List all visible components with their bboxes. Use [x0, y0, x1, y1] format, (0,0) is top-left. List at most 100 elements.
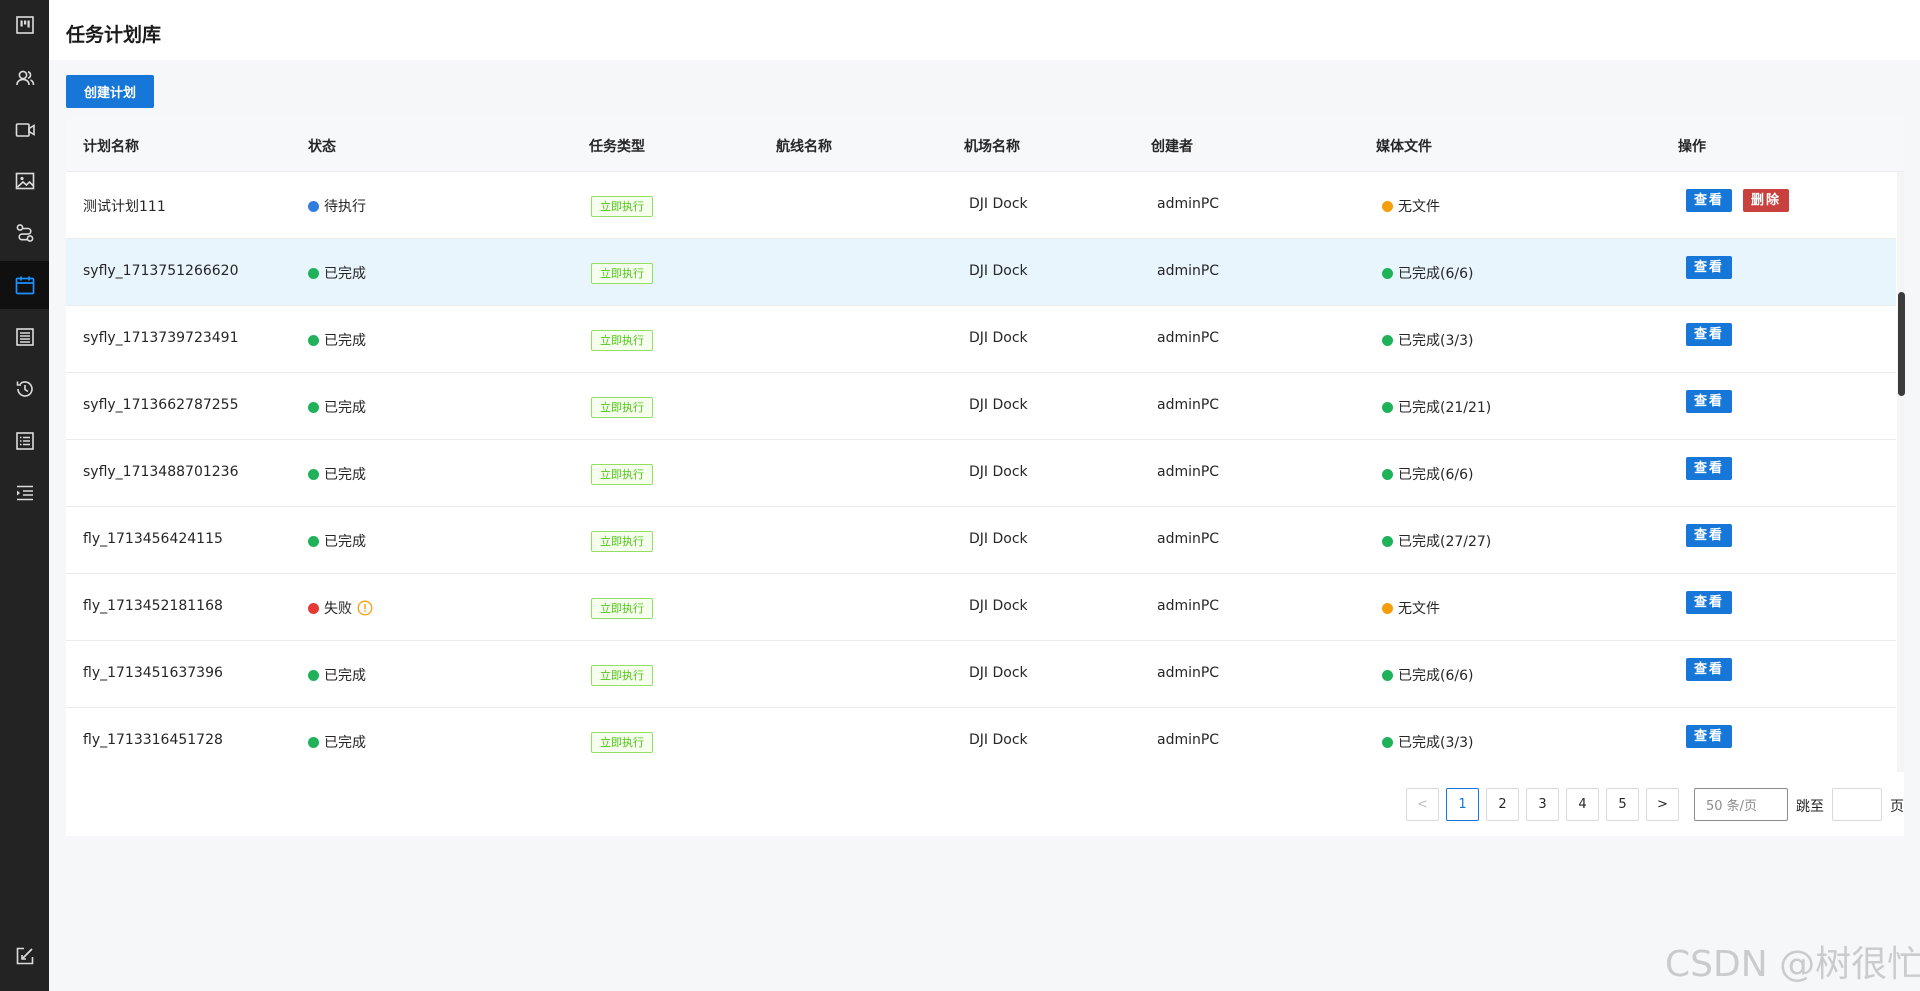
column-header-status: 状态: [308, 139, 336, 155]
table-row[interactable]: fly_1713316451728 已完成 立即执行 DJI Dock admi…: [66, 708, 1896, 772]
view-button[interactable]: 查看: [1686, 524, 1733, 547]
creator-name: adminPC: [1157, 598, 1220, 614]
nav-images[interactable]: [0, 157, 49, 205]
status-cell: 已完成: [308, 263, 366, 283]
plan-table: 计划名称 状态 任务类型 航线名称 机场名称 创建者 媒体文件 操作 测试计划1…: [66, 118, 1905, 836]
calendar-icon: [15, 276, 34, 295]
page-header: 任务计划库: [49, 0, 1920, 60]
dock-name: DJI Dock: [969, 196, 1028, 212]
status-dot: [308, 736, 319, 748]
nav-edit[interactable]: [0, 932, 49, 980]
creator-name: adminPC: [1157, 531, 1220, 547]
nav-users[interactable]: [0, 54, 49, 102]
column-header-route: 航线名称: [776, 139, 832, 155]
table-row[interactable]: syfly_1713739723491 已完成 立即执行 DJI Dock ad…: [66, 306, 1896, 373]
page-button-1[interactable]: 1: [1446, 788, 1479, 821]
nav-task-plans[interactable]: [0, 261, 49, 309]
page-button-5[interactable]: 5: [1606, 788, 1639, 821]
view-button[interactable]: 查看: [1686, 591, 1733, 614]
dock-name: DJI Dock: [969, 531, 1028, 547]
media-cell: 已完成(3/3): [1382, 330, 1473, 350]
list-icon: [15, 432, 34, 450]
plan-name: syfly_1713739723491: [83, 330, 239, 346]
status-text: 已完成: [324, 735, 366, 751]
view-button[interactable]: 查看: [1686, 256, 1733, 279]
nav-menu[interactable]: [0, 469, 49, 517]
prev-page-button[interactable]: <: [1406, 788, 1439, 821]
scrollbar-thumb[interactable]: [1898, 292, 1905, 396]
create-plan-button[interactable]: 创建计划: [66, 75, 154, 108]
page-suffix: 页: [1890, 799, 1904, 815]
building-icon: [15, 328, 34, 346]
view-button[interactable]: 查看: [1686, 189, 1733, 212]
media-cell: 无文件: [1382, 598, 1440, 618]
media-dot: [1382, 401, 1393, 413]
info-circle-icon[interactable]: [357, 600, 373, 616]
view-button[interactable]: 查看: [1686, 390, 1733, 413]
image-icon: [15, 172, 34, 190]
creator-name: adminPC: [1157, 196, 1220, 212]
table-row[interactable]: fly_1713452181168 失败 立即执行 DJI Dock admin…: [66, 574, 1896, 641]
status-cell: 已完成: [308, 665, 366, 685]
table-row[interactable]: syfly_1713662787255 已完成 立即执行 DJI Dock ad…: [66, 373, 1896, 440]
page-button-3[interactable]: 3: [1526, 788, 1559, 821]
column-header-media: 媒体文件: [1376, 139, 1432, 155]
status-text: 失败: [324, 601, 352, 617]
table-row[interactable]: fly_1713456424115 已完成 立即执行 DJI Dock admi…: [66, 507, 1896, 574]
page-button-4[interactable]: 4: [1566, 788, 1599, 821]
delete-button[interactable]: 删除: [1743, 189, 1790, 212]
view-button[interactable]: 查看: [1686, 457, 1733, 480]
users-icon: [15, 70, 34, 86]
status-text: 已完成: [324, 668, 366, 684]
column-header-task-type: 任务类型: [589, 139, 645, 155]
table-scrollbar[interactable]: [1897, 172, 1905, 772]
table-header: 计划名称 状态 任务类型 航线名称 机场名称 创建者 媒体文件 操作: [66, 118, 1904, 172]
dock-name: DJI Dock: [969, 397, 1028, 413]
page-button-2[interactable]: 2: [1486, 788, 1519, 821]
nav-routes[interactable]: [0, 209, 49, 257]
status-dot: [308, 401, 319, 413]
status-dot: [308, 334, 319, 346]
media-cell: 无文件: [1382, 196, 1440, 216]
video-icon: [15, 123, 35, 137]
nav-logs[interactable]: [0, 417, 49, 465]
edit-icon: [16, 947, 33, 965]
task-type-tag: 立即执行: [591, 665, 653, 686]
media-text: 已完成(27/27): [1398, 534, 1492, 550]
plan-name: 测试计划111: [83, 199, 166, 215]
table-row[interactable]: fly_1713451637396 已完成 立即执行 DJI Dock admi…: [66, 641, 1896, 708]
media-text: 已完成(3/3): [1398, 333, 1474, 349]
nav-video[interactable]: [0, 106, 49, 154]
table-row[interactable]: syfly_1713488701236 已完成 立即执行 DJI Dock ad…: [66, 440, 1896, 507]
menu-indent-icon: [16, 485, 33, 501]
creator-name: adminPC: [1157, 330, 1220, 346]
creator-name: adminPC: [1157, 263, 1220, 279]
view-button[interactable]: 查看: [1686, 725, 1733, 748]
next-page-button[interactable]: >: [1646, 788, 1679, 821]
creator-name: adminPC: [1157, 732, 1220, 748]
plan-name: syfly_1713751266620: [83, 263, 239, 279]
view-button[interactable]: 查看: [1686, 323, 1733, 346]
media-dot: [1382, 602, 1393, 614]
table-row[interactable]: 测试计划111 待执行 立即执行 DJI Dock adminPC 无文件 查看…: [66, 172, 1896, 239]
status-text: 已完成: [324, 266, 366, 282]
status-text: 已完成: [324, 333, 366, 349]
media-dot: [1382, 267, 1393, 279]
view-button[interactable]: 查看: [1686, 658, 1733, 681]
status-text: 已完成: [324, 400, 366, 416]
creator-name: adminPC: [1157, 464, 1220, 480]
plan-name: syfly_1713662787255: [83, 397, 239, 413]
media-dot: [1382, 669, 1393, 681]
dock-name: DJI Dock: [969, 598, 1028, 614]
media-cell: 已完成(6/6): [1382, 665, 1473, 685]
page-size-select[interactable]: 50 条/页: [1694, 788, 1788, 821]
table-row[interactable]: syfly_1713751266620 已完成 立即执行 DJI Dock ad…: [66, 239, 1896, 306]
nav-history[interactable]: [0, 365, 49, 413]
jump-page-input[interactable]: [1832, 788, 1882, 821]
nav-docks[interactable]: [0, 313, 49, 361]
status-cell: 已完成: [308, 531, 366, 551]
history-icon: [16, 381, 33, 397]
nav-dashboard[interactable]: [0, 1, 49, 49]
status-cell: 已完成: [308, 464, 366, 484]
media-cell: 已完成(3/3): [1382, 732, 1473, 752]
